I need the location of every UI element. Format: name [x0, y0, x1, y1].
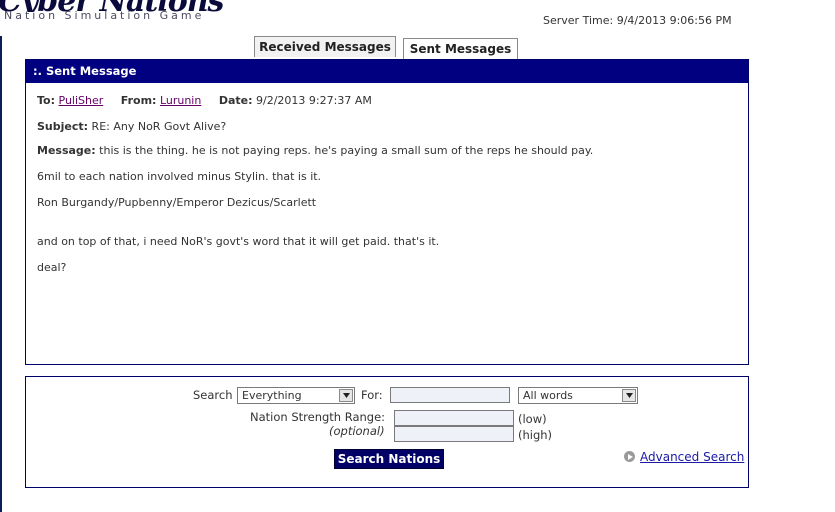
message-line-4: and on top of that, i need NoR's govt's …	[37, 235, 440, 248]
server-time-value: 9/4/2013 9:06:56 PM	[616, 14, 732, 27]
date-value: 9/2/2013 9:27:37 AM	[256, 94, 372, 107]
sender-link[interactable]: Lurunin	[160, 94, 201, 107]
chevron-down-icon	[622, 389, 636, 402]
left-border	[0, 36, 2, 512]
match-mode-value: All words	[523, 389, 573, 402]
message-line-3: Ron Burgandy/Pupbenny/Emperor Dezicus/Sc…	[37, 196, 317, 209]
chevron-down-icon	[339, 389, 353, 402]
date-label: Date:	[218, 94, 253, 107]
search-in-select[interactable]: Everything	[237, 387, 355, 404]
advanced-search-link[interactable]: Advanced Search	[640, 450, 744, 464]
site-tagline: Nation Simulation Game	[4, 9, 205, 22]
nation-search-panel: Search Everything For: All words Nation …	[25, 376, 749, 488]
high-label: (high)	[518, 428, 553, 442]
server-time: Server Time: 9/4/2013 9:06:56 PM	[543, 14, 732, 27]
sent-message-panel: :. Sent Message To: PuliSher From: Lurun…	[25, 59, 749, 415]
tab-sent-messages[interactable]: Sent Messages	[403, 38, 518, 59]
low-label: (low)	[518, 412, 547, 426]
message-line-5: deal?	[37, 261, 67, 274]
panel-title: :. Sent Message	[26, 60, 748, 83]
optional-label: (optional)	[329, 424, 385, 438]
advanced-search-icon	[624, 451, 635, 462]
to-label: To:	[37, 94, 55, 107]
search-text-input[interactable]	[390, 387, 510, 403]
strength-high-input[interactable]	[394, 426, 514, 442]
tab-received-messages[interactable]: Received Messages	[254, 36, 396, 57]
message-row: Message: this is the thing. he is not pa…	[37, 144, 593, 157]
subject-label: Subject:	[37, 120, 89, 133]
strength-range-label: Nation Strength Range:	[250, 410, 386, 424]
search-nations-button[interactable]: Search Nations	[334, 449, 444, 469]
search-in-value: Everything	[242, 389, 302, 402]
subject-row: Subject: RE: Any NoR Govt Alive?	[37, 120, 226, 133]
search-label: Search	[193, 388, 233, 402]
message-meta-row: To: PuliSher From: Lurunin Date: 9/2/201…	[37, 94, 372, 107]
match-mode-select[interactable]: All words	[518, 387, 638, 404]
server-time-label: Server Time:	[543, 14, 614, 27]
message-label: Message:	[37, 144, 96, 157]
message-line-1: this is the thing. he is not paying reps…	[99, 144, 594, 157]
for-label: For:	[361, 388, 383, 402]
strength-low-input[interactable]	[394, 410, 514, 426]
message-line-2: 6mil to each nation involved minus Styli…	[37, 170, 322, 183]
subject-value: RE: Any NoR Govt Alive?	[91, 120, 227, 133]
from-label: From:	[120, 94, 157, 107]
recipient-link[interactable]: PuliSher	[59, 94, 104, 107]
